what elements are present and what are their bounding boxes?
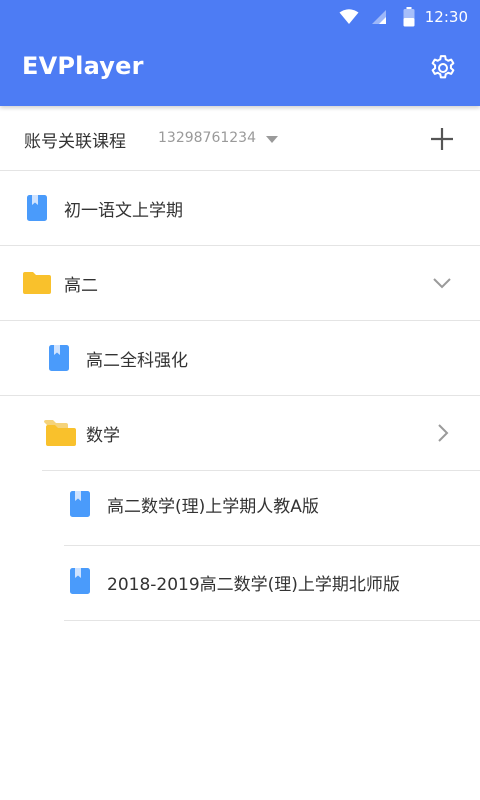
battery-icon <box>403 7 415 27</box>
add-course-button[interactable] <box>430 127 454 151</box>
list-item-label: 高二 <box>64 276 98 296</box>
status-time: 12:30 <box>424 8 468 26</box>
wifi-icon <box>339 9 359 25</box>
account-row: 账号关联课程 13298761234 <box>0 106 480 171</box>
list-item-label: 高二全科强化 <box>86 351 188 371</box>
folder-icon <box>23 272 51 294</box>
account-phone-selector[interactable]: 13298761234 <box>158 130 256 146</box>
list-item-label: 高二数学(理)上学期人教A版 <box>107 497 319 517</box>
app-bar: 12:30 EVPlayer <box>0 0 480 106</box>
chevron-right-icon[interactable] <box>437 424 449 442</box>
folder-open-icon <box>44 420 76 446</box>
book-icon <box>70 568 90 594</box>
list-item-label: 2018-2019高二数学(理)上学期北师版 <box>107 575 400 595</box>
triangle-down-icon[interactable] <box>266 136 278 144</box>
account-label: 账号关联课程 <box>24 132 126 152</box>
list-item-course[interactable]: 高二数学(理)上学期人教A版 <box>64 471 480 546</box>
book-icon <box>27 195 47 221</box>
app-title: EVPlayer <box>22 52 144 80</box>
gear-icon <box>431 55 455 79</box>
list-item-folder[interactable]: 数学 <box>42 396 480 471</box>
book-icon <box>49 345 69 371</box>
status-bar: 12:30 <box>0 0 480 34</box>
chevron-down-icon[interactable] <box>433 277 451 289</box>
list-item-course[interactable]: 高二全科强化 <box>0 321 480 396</box>
status-icons: 12:30 <box>339 6 468 28</box>
list-item-course[interactable]: 初一语文上学期 <box>0 171 480 246</box>
list-item-label: 初一语文上学期 <box>64 201 183 221</box>
list-item-label: 数学 <box>86 426 120 446</box>
book-icon <box>70 491 90 517</box>
settings-button[interactable] <box>428 53 458 83</box>
list-item-course[interactable]: 2018-2019高二数学(理)上学期北师版 <box>64 546 480 621</box>
list-item-folder[interactable]: 高二 <box>0 246 480 321</box>
signal-icon <box>371 9 387 25</box>
